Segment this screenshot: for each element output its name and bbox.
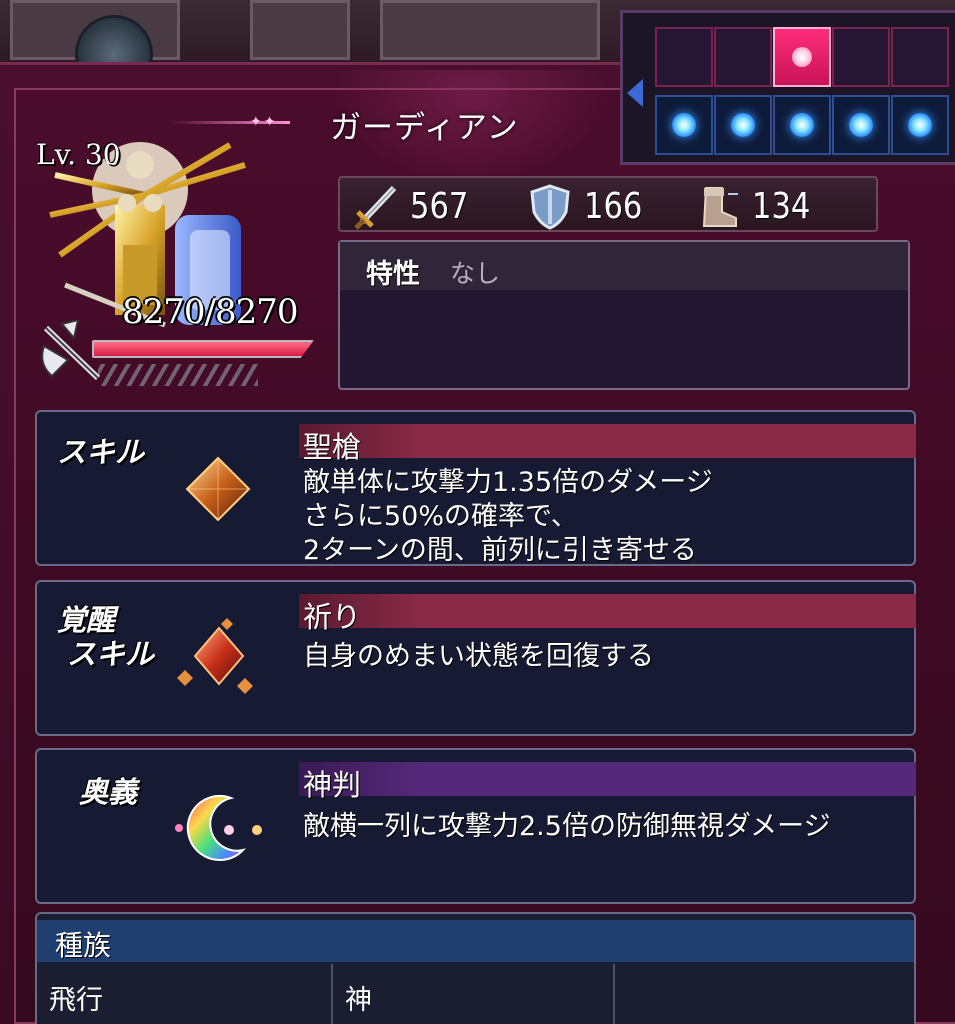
formation-cell [655, 95, 713, 155]
trait-value: なし [450, 259, 501, 288]
hp-bar [92, 340, 314, 358]
gauge-hatch [98, 364, 258, 386]
background-window [380, 0, 600, 60]
ougi-name: 神判 [303, 768, 362, 802]
skill-description: 敵単体に攻撃力1.35倍のダメージ さらに50%の確率で、 2ターンの間、前列に… [303, 467, 713, 566]
skill-category-label: スキル [57, 435, 145, 469]
stats-bar: 567 166 134 [338, 176, 878, 232]
formation-back-row [655, 27, 950, 87]
formation-cell [832, 27, 890, 87]
race-cell: 飛行 [37, 964, 333, 1024]
attack-stat: 567 [352, 182, 479, 230]
boot-icon [702, 187, 738, 227]
defense-stat: 166 [526, 182, 653, 230]
race-title: 種族 [55, 929, 112, 962]
position-marker-icon [790, 113, 814, 137]
formation-cell [714, 95, 772, 155]
trait-label: 特性 [366, 259, 420, 290]
ougi-name-header [299, 762, 916, 796]
crystal-cluster-icon [177, 618, 253, 694]
race-panel: 種族 飛行 神 [35, 912, 916, 1024]
direction-arrow-icon [627, 79, 643, 107]
rainbow-crescent-icon [175, 795, 262, 861]
formation-grid [620, 10, 955, 165]
formation-cell [773, 95, 831, 155]
position-marker-icon [908, 113, 932, 137]
speed-stat: 134 [694, 182, 821, 230]
skill-panel[interactable]: スキル 聖槍 敵単体に攻撃力1.35倍のダメージ さらに50%の確率で、 2ター… [35, 410, 916, 566]
sword-icon [354, 185, 397, 230]
position-marker-icon [731, 113, 755, 137]
awakened-skill-name: 祈り [303, 600, 362, 634]
formation-cell [773, 27, 831, 87]
race-cell [615, 964, 916, 1024]
ougi-description: 敵横一列に攻撃力2.5倍の防御無視ダメージ [303, 811, 831, 842]
unit-name: ガーディアン [330, 110, 519, 146]
formation-cell [655, 27, 713, 87]
ougi-category-label: 奥義 [79, 775, 138, 809]
formation-cell [891, 27, 949, 87]
halberd-axe-icon [41, 320, 101, 381]
sparkle-icon: ✦✦ [250, 114, 278, 130]
ougi-panel[interactable]: 奥義 神判 敵横一列に攻撃力2.5倍の防御無視ダメージ [35, 748, 916, 904]
position-marker-icon [672, 113, 696, 137]
position-marker-icon [849, 113, 873, 137]
formation-cell [714, 27, 772, 87]
unit-level: Lv. 30 [36, 138, 121, 171]
awakened-category-label-line2: スキル [67, 637, 155, 671]
awakened-skill-name-header [299, 594, 916, 628]
awakened-skill-description: 自身のめまい状態を回復する [303, 641, 654, 672]
shield-icon [530, 184, 570, 230]
hp-bar-fill [94, 342, 312, 356]
crystal-gem-icon [185, 456, 251, 522]
awakened-skill-panel[interactable]: 覚醒 スキル 祈り 自身のめまい状態を回復する [35, 580, 916, 736]
speed-value: 134 [752, 185, 811, 227]
awakened-category-label-line1: 覚醒 [57, 603, 116, 637]
trait-panel: 特性 なし [338, 240, 910, 390]
attack-value: 567 [410, 185, 469, 227]
race-cell: 神 [333, 964, 615, 1024]
skill-name: 聖槍 [303, 430, 362, 464]
defense-value: 166 [584, 185, 643, 227]
race-header [37, 920, 914, 962]
formation-cell [832, 95, 890, 155]
skill-name-header [299, 424, 916, 458]
hp-value: 8270/8270 [122, 292, 299, 332]
formation-cell [891, 95, 949, 155]
position-marker-icon [792, 47, 812, 67]
formation-front-row [655, 95, 950, 155]
trait-header [340, 242, 908, 290]
background-window [250, 0, 350, 60]
